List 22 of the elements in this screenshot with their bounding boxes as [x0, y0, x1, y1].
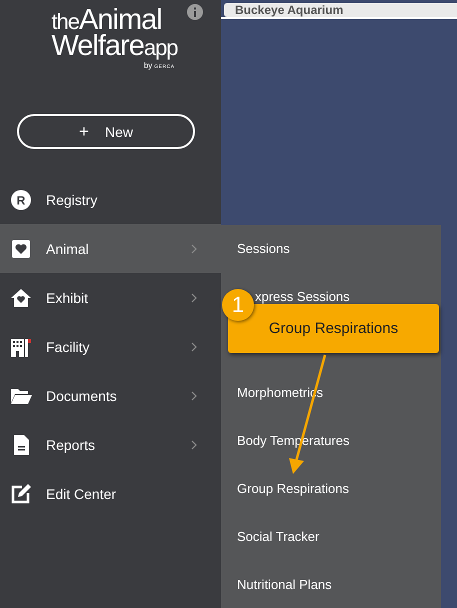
logo-byline: by: [144, 61, 152, 70]
info-icon[interactable]: [187, 4, 203, 20]
sidebar-item[interactable]: Documents: [0, 371, 221, 420]
house-icon: [10, 286, 32, 308]
logo-text: the: [51, 10, 80, 34]
sidebar-item[interactable]: Reports: [0, 420, 221, 469]
logo-text: app: [144, 36, 178, 60]
organization-name: Buckeye Aquarium: [235, 3, 344, 17]
logo-text: Welfare: [51, 34, 144, 58]
new-button[interactable]: + New: [17, 114, 195, 149]
registry-icon: R: [10, 188, 32, 210]
edit-icon: [10, 482, 32, 504]
logo-text: Animal: [79, 8, 162, 32]
sidebar-item[interactable]: Facility: [0, 322, 221, 371]
sidebar-item[interactable]: Animal: [0, 224, 221, 273]
sidebar-item[interactable]: Exhibit: [0, 273, 221, 322]
sidebar-item[interactable]: R Registry: [0, 175, 221, 224]
submenu-item[interactable]: Sessions: [237, 237, 290, 261]
submenu-item[interactable]: Nutritional Plans: [237, 573, 332, 597]
sidebar-item[interactable]: Edit Center: [0, 469, 221, 518]
submenu-item[interactable]: Social Tracker: [237, 525, 320, 549]
submenu-item[interactable]: Group Respirations: [237, 477, 349, 501]
